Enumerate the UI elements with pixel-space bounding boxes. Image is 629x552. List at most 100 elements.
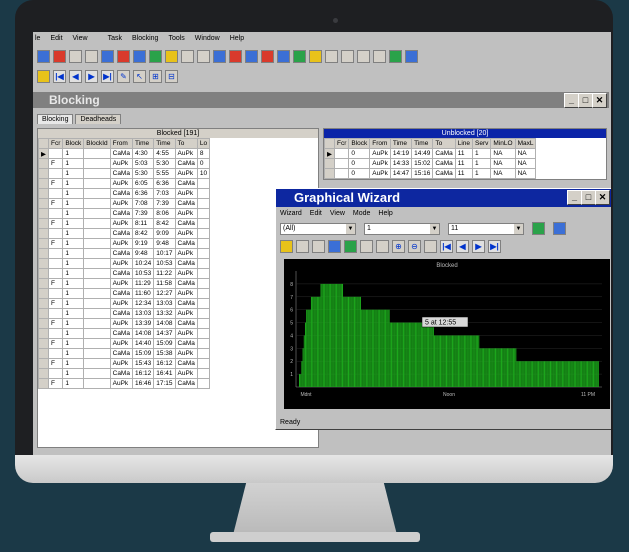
table-cell[interactable]: F [47, 218, 64, 229]
bar[interactable] [447, 335, 449, 387]
table-cell[interactable]: 11 [454, 168, 474, 179]
bar[interactable] [321, 283, 323, 387]
bar[interactable] [551, 361, 553, 387]
row-selector[interactable] [38, 158, 49, 169]
bar[interactable] [590, 361, 592, 387]
table-cell[interactable]: 16:12 [153, 358, 176, 369]
table-cell[interactable]: 11 [454, 158, 474, 169]
row-selector[interactable] [38, 248, 49, 259]
row-selector[interactable]: ▶ [324, 148, 335, 159]
unblocked-column-header[interactable]: Time [389, 138, 413, 149]
table-cell[interactable] [83, 378, 111, 389]
bar[interactable] [567, 361, 569, 387]
prev-record-icon[interactable]: ◀ [69, 69, 82, 83]
table-cell[interactable]: 5:30 [131, 168, 155, 179]
first-record-icon[interactable]: |◀ [53, 69, 66, 83]
bar[interactable] [566, 361, 568, 387]
bar[interactable] [597, 361, 599, 387]
bar[interactable] [467, 335, 469, 387]
bar[interactable] [326, 283, 328, 387]
menu-help[interactable]: Help [230, 35, 244, 46]
table-cell[interactable] [83, 218, 111, 229]
table-cell[interactable]: 1 [62, 318, 85, 329]
bar[interactable] [582, 361, 584, 387]
bar[interactable] [339, 283, 341, 387]
bar[interactable] [534, 361, 536, 387]
table-cell[interactable]: NA [514, 158, 537, 169]
bar[interactable] [377, 309, 379, 387]
table-cell[interactable]: 14:08 [153, 318, 176, 329]
bar[interactable] [528, 361, 530, 387]
edit-pencil-icon[interactable]: ✎ [117, 69, 130, 83]
table-cell[interactable]: CaMa [174, 178, 198, 189]
table-cell[interactable]: 11:58 [153, 278, 176, 289]
bar[interactable] [383, 309, 385, 387]
table-cell[interactable]: AuPk [174, 228, 198, 239]
bar[interactable] [454, 335, 456, 387]
menu-view[interactable]: View [73, 35, 88, 46]
table-cell[interactable]: 14:19 [389, 148, 413, 159]
table-cell[interactable] [83, 178, 111, 189]
bar[interactable] [440, 335, 442, 387]
bar[interactable] [340, 283, 342, 387]
bar[interactable] [352, 296, 354, 387]
table-cell[interactable] [47, 268, 64, 279]
table-cell[interactable]: AuPk [174, 168, 198, 179]
table-cell[interactable]: CaMa [109, 248, 133, 259]
bar[interactable] [374, 309, 376, 387]
chart-icon[interactable] [149, 49, 162, 63]
wizard-table-icon[interactable] [376, 240, 389, 253]
table-cell[interactable]: 0 [196, 158, 211, 169]
table-cell[interactable]: CaMa [109, 348, 133, 359]
bar[interactable] [376, 309, 378, 387]
bar[interactable] [336, 283, 338, 387]
bar[interactable] [538, 361, 540, 387]
table-cell[interactable] [83, 198, 111, 209]
table-cell[interactable]: 16:12 [131, 368, 155, 379]
blocked-column-header[interactable]: BlockId [83, 138, 111, 149]
bar[interactable] [515, 348, 517, 387]
table-row[interactable]: 1 CaMa 10:53 11:22 AuPk [38, 268, 211, 279]
bar[interactable] [545, 361, 547, 387]
row-selector[interactable] [38, 188, 49, 199]
save-icon[interactable] [85, 49, 98, 63]
table-cell[interactable]: CaMa [174, 318, 198, 329]
bar[interactable] [419, 322, 421, 387]
bar[interactable] [371, 309, 373, 387]
table-cell[interactable]: 10:53 [131, 268, 155, 279]
bar[interactable] [497, 348, 499, 387]
bar[interactable] [589, 361, 591, 387]
table-cell[interactable] [196, 328, 211, 339]
table-cell[interactable]: AuPk [109, 218, 133, 229]
table-row[interactable]: F 1 AuPk 8:11 8:42 CaMa [38, 218, 211, 229]
bar[interactable] [560, 361, 562, 387]
menu-tools[interactable]: Tools [168, 35, 184, 46]
table-cell[interactable]: 9:09 [153, 228, 176, 239]
bar[interactable] [373, 309, 375, 387]
bar[interactable] [493, 348, 495, 387]
table-cell[interactable] [333, 148, 350, 159]
table-cell[interactable]: 1 [62, 168, 85, 179]
table-row[interactable]: 1 CaMa 9:48 10:17 AuPk [38, 248, 211, 259]
bar[interactable] [529, 361, 531, 387]
table-cell[interactable]: CaMa [109, 368, 133, 379]
table-cell[interactable] [196, 228, 211, 239]
bar[interactable] [416, 322, 418, 387]
table-row[interactable]: 1 CaMa 5:30 5:55 AuPk 10 [38, 168, 211, 179]
blocked-column-header[interactable]: Time [153, 138, 176, 149]
bar[interactable] [338, 283, 340, 387]
table-cell[interactable]: 1 [62, 148, 85, 159]
bar[interactable] [563, 361, 565, 387]
table-row[interactable]: 1 CaMa 13:03 13:32 AuPk [38, 308, 211, 319]
bar[interactable] [325, 283, 327, 387]
bar[interactable] [487, 348, 489, 387]
bar[interactable] [504, 348, 506, 387]
window-icon[interactable] [197, 49, 210, 63]
merge-icon[interactable]: ⊟ [165, 69, 178, 83]
table-cell[interactable]: 11 [454, 148, 474, 159]
table-cell[interactable]: CaMa [174, 358, 198, 369]
row-selector[interactable] [38, 278, 49, 289]
bar[interactable] [327, 283, 329, 387]
table-cell[interactable] [196, 248, 211, 259]
table-cell[interactable]: AuPk [109, 358, 133, 369]
